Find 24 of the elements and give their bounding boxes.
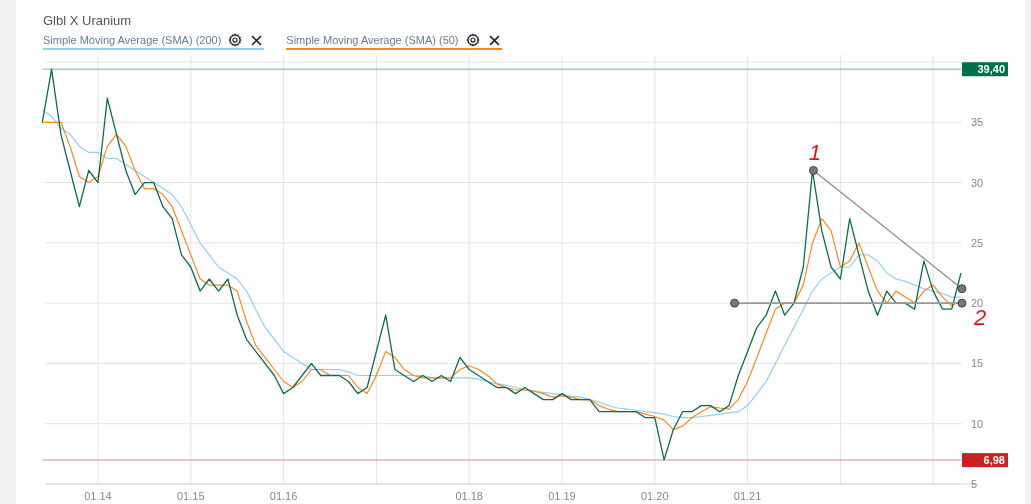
annotation-mark: 1: [808, 139, 822, 165]
x-axis-label: 01.18: [455, 490, 483, 502]
y-axis-label: 10: [971, 417, 984, 430]
x-axis-label: 01.14: [84, 490, 112, 502]
y-axis-label: 15: [971, 357, 984, 370]
x-axis-label: 01.15: [177, 490, 205, 502]
y-axis-label: 35: [971, 116, 984, 129]
settings-icon: [228, 33, 243, 47]
price-label: 6,98: [962, 453, 1008, 468]
settings-icon: [465, 33, 480, 47]
x-axis-label: 01.21: [733, 490, 762, 502]
legend-label: Simple Moving Average (SMA) (200): [43, 34, 222, 46]
chart-title: Glbl X Uranium: [43, 13, 133, 29]
y-axis-label: 30: [971, 176, 984, 189]
x-axis-label: 01.20: [641, 490, 669, 502]
x-axis-label: 01.19: [548, 490, 576, 502]
series-label: 39,40: [977, 63, 1005, 76]
price-label: 39,40: [962, 62, 1008, 77]
close-icon: [488, 34, 500, 46]
legend-label: Simple Moving Average (SMA) (50): [286, 34, 459, 46]
close-icon: [251, 34, 263, 46]
x-axis-label: 01.16: [269, 490, 298, 502]
y-axis-label: 5: [971, 478, 978, 490]
y-axis-label: 25: [971, 236, 984, 249]
